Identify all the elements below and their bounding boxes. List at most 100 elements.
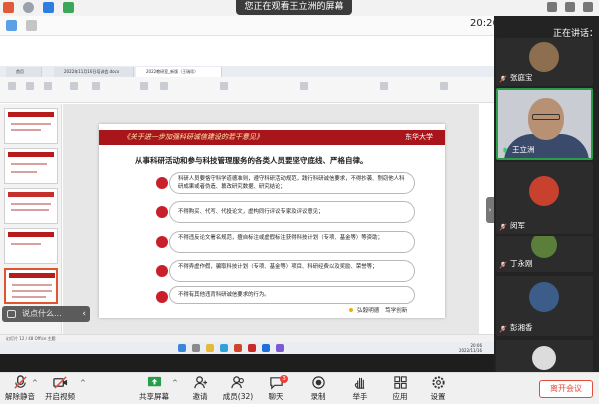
grid-icon[interactable] [26, 20, 37, 31]
participant-name: 彭湘香 [510, 323, 533, 332]
ribbon-tool-icon[interactable] [220, 82, 228, 90]
participant-tile[interactable]: 张庭宝 [496, 38, 593, 86]
participant-tile[interactable]: 丁永刚 [496, 236, 593, 272]
video-button[interactable]: 开启视频 [40, 375, 80, 403]
screen-icon[interactable] [6, 20, 17, 31]
slide-thumbnail[interactable] [4, 228, 58, 264]
invite-button[interactable]: 邀请 [180, 375, 220, 403]
meeting-icon[interactable] [262, 344, 270, 352]
slide-subtitle: 从事科研活动和参与科技管理服务的各类人员要坚守底线、严格自律。 [135, 156, 368, 165]
share-screen-icon [147, 376, 161, 387]
participant-tile-speaking[interactable]: 王立洲 [496, 88, 593, 160]
participant-tile[interactable]: 彭湘香 [496, 276, 593, 336]
comment-input[interactable]: 说点什么... ‹ [2, 306, 90, 322]
ribbon-tool-icon[interactable] [92, 82, 100, 90]
ribbon-tool-icon[interactable] [140, 82, 148, 90]
avatar [532, 346, 556, 370]
record-button[interactable]: 录制 [298, 375, 338, 403]
mic-muted-icon [499, 261, 507, 269]
invite-label: 邀请 [192, 392, 208, 401]
slide-thumbnails [0, 104, 62, 334]
ribbon-tool-icon[interactable] [26, 82, 34, 90]
slide-thumbnail[interactable] [4, 108, 58, 144]
chat-unread-badge: 3 [280, 375, 288, 383]
ribbon-tool-icon[interactable] [300, 82, 308, 90]
participant-tile[interactable]: 闵军 [496, 162, 593, 234]
top-banner: 您正在观看王立洲的屏幕 [0, 0, 599, 16]
tab-ppt[interactable]: 2022教研室_新版（王瑞珍） [136, 67, 222, 77]
members-icon [230, 376, 244, 389]
camera-off-icon [52, 376, 67, 389]
video-label: 开启视频 [45, 392, 75, 401]
wps-icon[interactable] [248, 344, 256, 352]
mic-muted-icon [499, 325, 507, 333]
ribbon-tool-icon[interactable] [160, 82, 168, 90]
collapse-panel-button[interactable]: › [486, 197, 494, 223]
hand-icon [354, 377, 364, 389]
apps-label: 应用 [392, 392, 408, 401]
shield-icon [43, 2, 54, 13]
slide-thumbnail-selected[interactable] [4, 268, 58, 304]
chevron-left-icon[interactable]: ‹ [82, 306, 86, 322]
ribbon-tool-icon[interactable] [44, 82, 52, 90]
mic-muted-icon [499, 75, 507, 83]
avatar [529, 282, 559, 312]
ribbon-tool-icon[interactable] [70, 82, 78, 90]
sharing-notice[interactable]: 您正在观看王立洲的屏幕 [236, 0, 352, 15]
unmute-label: 解除静音 [5, 392, 35, 401]
participant-name: 王立洲 [512, 145, 535, 154]
fullscreen-icon[interactable] [565, 2, 575, 12]
members-label: 成员(32) [222, 392, 254, 401]
slide-thumbnail[interactable] [4, 188, 58, 224]
participant-name: 丁永刚 [510, 259, 533, 268]
participant-name: 张庭宝 [510, 73, 533, 82]
slide-thumbnail[interactable] [4, 148, 58, 184]
app-statusline: 幻灯片 12 / 48 Office 主题 [0, 334, 494, 342]
minimize-icon[interactable] [547, 2, 557, 12]
apps-button[interactable]: 应用 [380, 375, 420, 403]
tab-home[interactable]: 首页 [6, 67, 42, 77]
mic-icon [503, 147, 507, 153]
chat-button[interactable]: 3 聊天 [256, 375, 296, 403]
ribbon-tool-icon[interactable] [440, 82, 448, 90]
share-label: 共享屏幕 [139, 392, 169, 401]
info-icon[interactable] [23, 2, 34, 13]
explorer-icon[interactable] [206, 344, 214, 352]
leave-meeting-button[interactable]: 离开会议 [539, 380, 593, 398]
close-icon[interactable] [583, 2, 593, 12]
start-icon[interactable] [178, 344, 186, 352]
participant-name: 闵军 [510, 221, 525, 230]
rule-item: 不得购买、代写、代投论文，虚构同行评议专家及评议意见； [169, 201, 415, 223]
browser-icon[interactable] [220, 344, 228, 352]
participant-tile[interactable] [496, 340, 593, 372]
raise-hand-button[interactable]: 举手 [340, 375, 380, 403]
ribbon-tool-icon[interactable] [380, 82, 388, 90]
avatar [529, 176, 559, 206]
chevron-up-icon[interactable]: ^ [32, 379, 38, 387]
mic-muted-icon [499, 223, 507, 231]
avatar [529, 42, 559, 72]
chevron-up-icon[interactable]: ^ [172, 379, 178, 387]
slide-workspace: 《关于进一步加强科研诚信建设的若干意见》 东华大学 从事科研活动和参与科技管理服… [63, 104, 479, 334]
settings-button[interactable]: 设置 [418, 375, 458, 403]
rule-item: 不得弄虚作假，骗取科技计划（专项、基金等）项目、科研经费以及奖励、荣誉等； [169, 260, 415, 282]
meeting-window: 您正在观看王立洲的屏幕 20:26 首页 2022年11月16日培训会.docx… [0, 0, 599, 404]
apps-icon [393, 376, 407, 389]
comment-icon [7, 310, 16, 318]
record-icon [311, 376, 325, 389]
tab-doc[interactable]: 2022年11月16日培训会.docx [54, 67, 134, 77]
search-icon[interactable] [192, 344, 200, 352]
current-slide[interactable]: 《关于进一步加强科研诚信建设的若干意见》 东华大学 从事科研活动和参与科技管理服… [99, 124, 445, 318]
invite-icon [193, 376, 207, 389]
bullet-dot [156, 236, 168, 248]
ppt-icon[interactable] [234, 344, 242, 352]
chevron-up-icon[interactable]: ^ [80, 379, 86, 387]
app-tabs: 首页 2022年11月16日培训会.docx 2022教研室_新版（王瑞珍） [0, 66, 494, 77]
ribbon-tool-icon[interactable] [8, 82, 16, 90]
members-button[interactable]: 成员(32) [218, 375, 258, 403]
taskbar-clock: 20:06 2022/11/16 [458, 343, 482, 353]
app-icon[interactable] [276, 344, 284, 352]
record-label: 录制 [310, 392, 326, 401]
window-controls [547, 2, 593, 12]
share-screen-button[interactable]: 共享屏幕 [134, 375, 174, 403]
